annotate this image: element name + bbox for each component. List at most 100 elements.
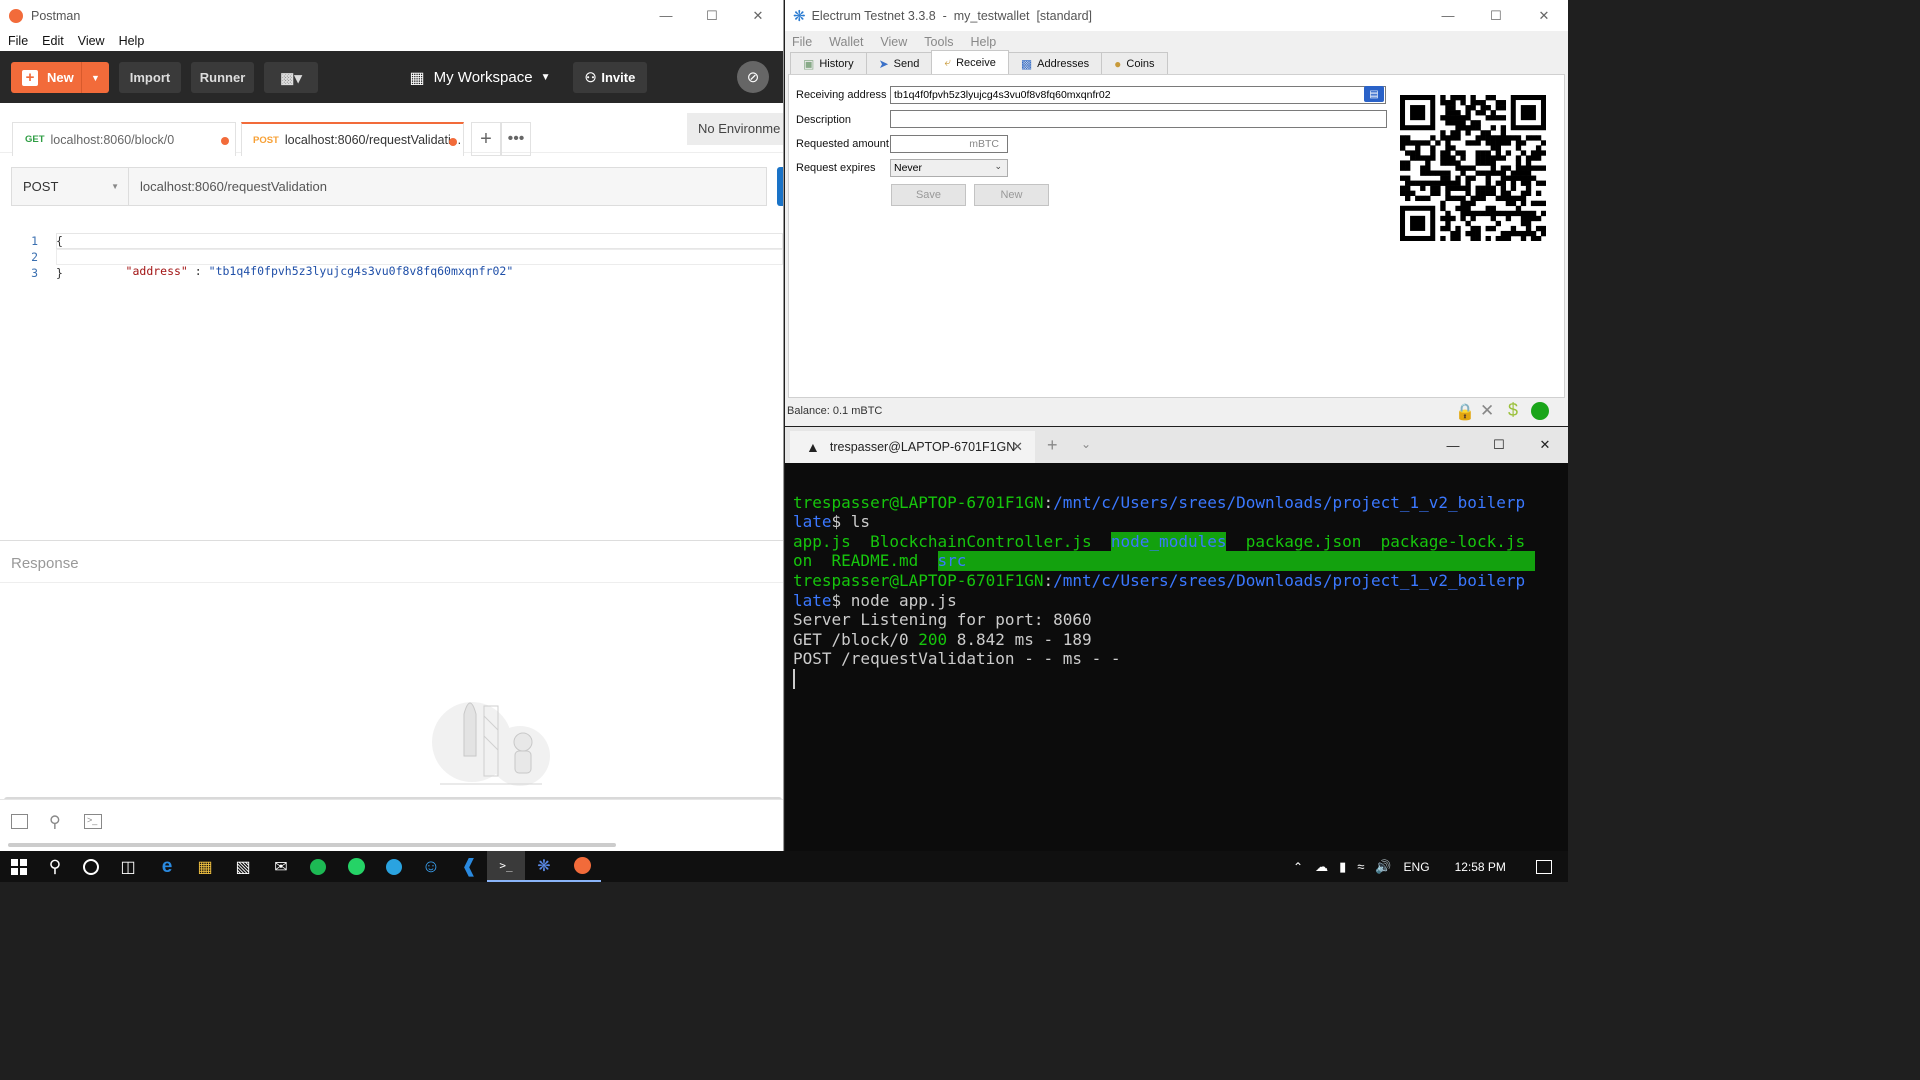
postman-app-icon[interactable] (563, 851, 601, 882)
cursor-line (793, 668, 1538, 689)
menu-wallet[interactable]: Wallet (819, 35, 870, 49)
send-button[interactable] (777, 167, 783, 206)
expires-select[interactable]: Never ⌄ (890, 159, 1008, 177)
rocket-illustration (430, 686, 552, 794)
file-entry: package.json (1245, 531, 1362, 551)
command-text: $ node app.js (831, 590, 957, 610)
response-section: Response (0, 540, 783, 583)
tab-post-validation[interactable]: POST localhost:8060/requestValidati... (241, 122, 464, 156)
close-button[interactable]: ✕ (1522, 427, 1568, 463)
close-tab-icon[interactable]: ✕ (1012, 439, 1023, 455)
new-window-button[interactable]: ▩▾ (264, 62, 318, 93)
line-number: 1 (31, 234, 38, 248)
telegram-icon[interactable] (375, 851, 413, 882)
tab-send[interactable]: ➤ Send (865, 52, 933, 74)
maximize-button[interactable]: ☐ (1472, 0, 1520, 31)
request-body-editor[interactable]: 1 2 3 { "address" : "tb1q4f0fpvh5z3lyujc… (0, 232, 783, 288)
new-tab-button[interactable]: + (471, 122, 501, 156)
maximize-button[interactable]: ☐ (1476, 427, 1522, 463)
store-icon[interactable]: ▧ (224, 851, 262, 882)
url-input[interactable]: localhost:8060/requestValidation (140, 179, 327, 194)
terminal-tab[interactable]: ▲ trespasser@LAPTOP-6701F1GN ✕ (790, 431, 1035, 463)
notification-icon[interactable] (1535, 859, 1552, 874)
tab-get-block[interactable]: GET localhost:8060/block/0 (12, 122, 236, 156)
invite-button[interactable]: ⚇ Invite (573, 62, 647, 93)
start-button[interactable] (0, 851, 38, 882)
request-expires-label: Request expires (796, 162, 876, 174)
console-icon[interactable]: >_ (84, 814, 102, 829)
copy-icon[interactable]: ▤ (1364, 86, 1384, 102)
menu-view[interactable]: View (71, 34, 112, 48)
menu-edit[interactable]: Edit (35, 34, 71, 48)
workspace-label: My Workspace (433, 69, 533, 86)
more-tabs-icon[interactable]: ••• (501, 122, 531, 156)
minimize-button[interactable]: — (643, 0, 689, 31)
maximize-button[interactable]: ☐ (689, 0, 735, 31)
search-icon[interactable]: ⚲ (36, 851, 74, 882)
sidebar-toggle-icon[interactable] (11, 814, 28, 829)
close-button[interactable]: ✕ (1520, 0, 1568, 31)
file-entry: package-lock.js (1380, 531, 1526, 551)
requested-amount-field[interactable]: mBTC (890, 135, 1008, 153)
menu-help[interactable]: Help (112, 34, 152, 48)
terminal-app-icon[interactable]: >_ (487, 851, 525, 882)
finder-icon[interactable]: ☺ (412, 851, 450, 882)
menu-file[interactable]: File (1, 34, 35, 48)
coins-icon: ● (1114, 56, 1122, 71)
method-select[interactable]: POST ▼ (12, 168, 129, 205)
network-status-icon[interactable] (1531, 402, 1549, 420)
tab-receive[interactable]: ⤶ Receive (931, 50, 1009, 74)
language-indicator[interactable]: ENG (1404, 860, 1430, 874)
add-user-icon: ⚇ (584, 69, 597, 85)
onedrive-icon[interactable]: ☁ (1315, 859, 1328, 875)
workspace-selector[interactable]: ▦ My Workspace ▼ (404, 62, 556, 93)
file-explorer-icon[interactable]: ▦ (186, 851, 224, 882)
chevron-up-icon[interactable]: ⌃ (1293, 860, 1303, 874)
description-field[interactable] (890, 110, 1387, 128)
menu-file[interactable]: File (785, 35, 819, 49)
tab-coins[interactable]: ● Coins (1101, 52, 1168, 74)
wifi-icon[interactable]: ≈ (1357, 859, 1364, 874)
battery-icon[interactable]: ▮ (1339, 859, 1346, 875)
runner-button[interactable]: Runner (191, 62, 254, 93)
close-button[interactable]: ✕ (735, 0, 781, 31)
new-request-button[interactable]: New (974, 184, 1049, 206)
sync-off-icon[interactable]: ⊘ (737, 61, 769, 93)
save-button[interactable]: Save (891, 184, 966, 206)
edge-icon[interactable]: e (148, 851, 186, 882)
vscode-icon[interactable]: ❰ (450, 851, 488, 882)
cortana-icon[interactable] (72, 851, 110, 882)
tab-history[interactable]: ▣ History (790, 52, 867, 74)
new-tab-icon[interactable]: + (1047, 435, 1058, 456)
footer-scrollbar[interactable] (8, 843, 616, 847)
menu-view[interactable]: View (870, 35, 914, 49)
preferences-icon[interactable]: ✕ (1480, 401, 1494, 421)
new-button[interactable]: + New ▼ (11, 62, 109, 93)
postman-footer: ⚲ >_ (0, 799, 783, 851)
postman-titlebar: Postman — ☐ ✕ (0, 0, 783, 31)
terminal-output[interactable]: trespasser@LAPTOP-6701F1GN:/mnt/c/Users/… (793, 473, 1538, 728)
volume-icon[interactable]: 🔊 (1375, 859, 1391, 875)
dropdown-icon[interactable]: ⌄ (1081, 437, 1091, 451)
clock[interactable]: 12:58 PM (1455, 860, 1506, 874)
spotify-icon[interactable] (299, 851, 337, 882)
task-view-icon[interactable]: ◫ (109, 851, 147, 882)
receiving-address-field[interactable]: tb1q4f0fpvh5z3lyujcg4s3vu0f8v8fq60mxqnfr… (890, 86, 1386, 104)
tab-addresses[interactable]: ▩ Addresses (1007, 52, 1103, 74)
menu-help[interactable]: Help (960, 35, 1003, 49)
import-button[interactable]: Import (119, 62, 181, 93)
prompt-path-cont: late (793, 590, 832, 610)
minimize-button[interactable]: — (1430, 427, 1476, 463)
mail-icon[interactable]: ✉ (262, 851, 300, 882)
environment-selector[interactable]: No Environme (687, 113, 783, 145)
qr-code[interactable] (1400, 95, 1547, 242)
electrum-app-icon[interactable]: ❋ (525, 851, 563, 882)
seed-icon[interactable]: $ (1508, 400, 1518, 421)
menu-tools[interactable]: Tools (914, 35, 960, 49)
tab-label: Addresses (1037, 57, 1090, 70)
find-icon[interactable]: ⚲ (49, 812, 61, 832)
code-brace-open: { (56, 234, 63, 248)
lock-icon[interactable]: 🔒 (1455, 402, 1475, 422)
whatsapp-icon[interactable] (337, 851, 375, 882)
minimize-button[interactable]: — (1424, 0, 1472, 31)
